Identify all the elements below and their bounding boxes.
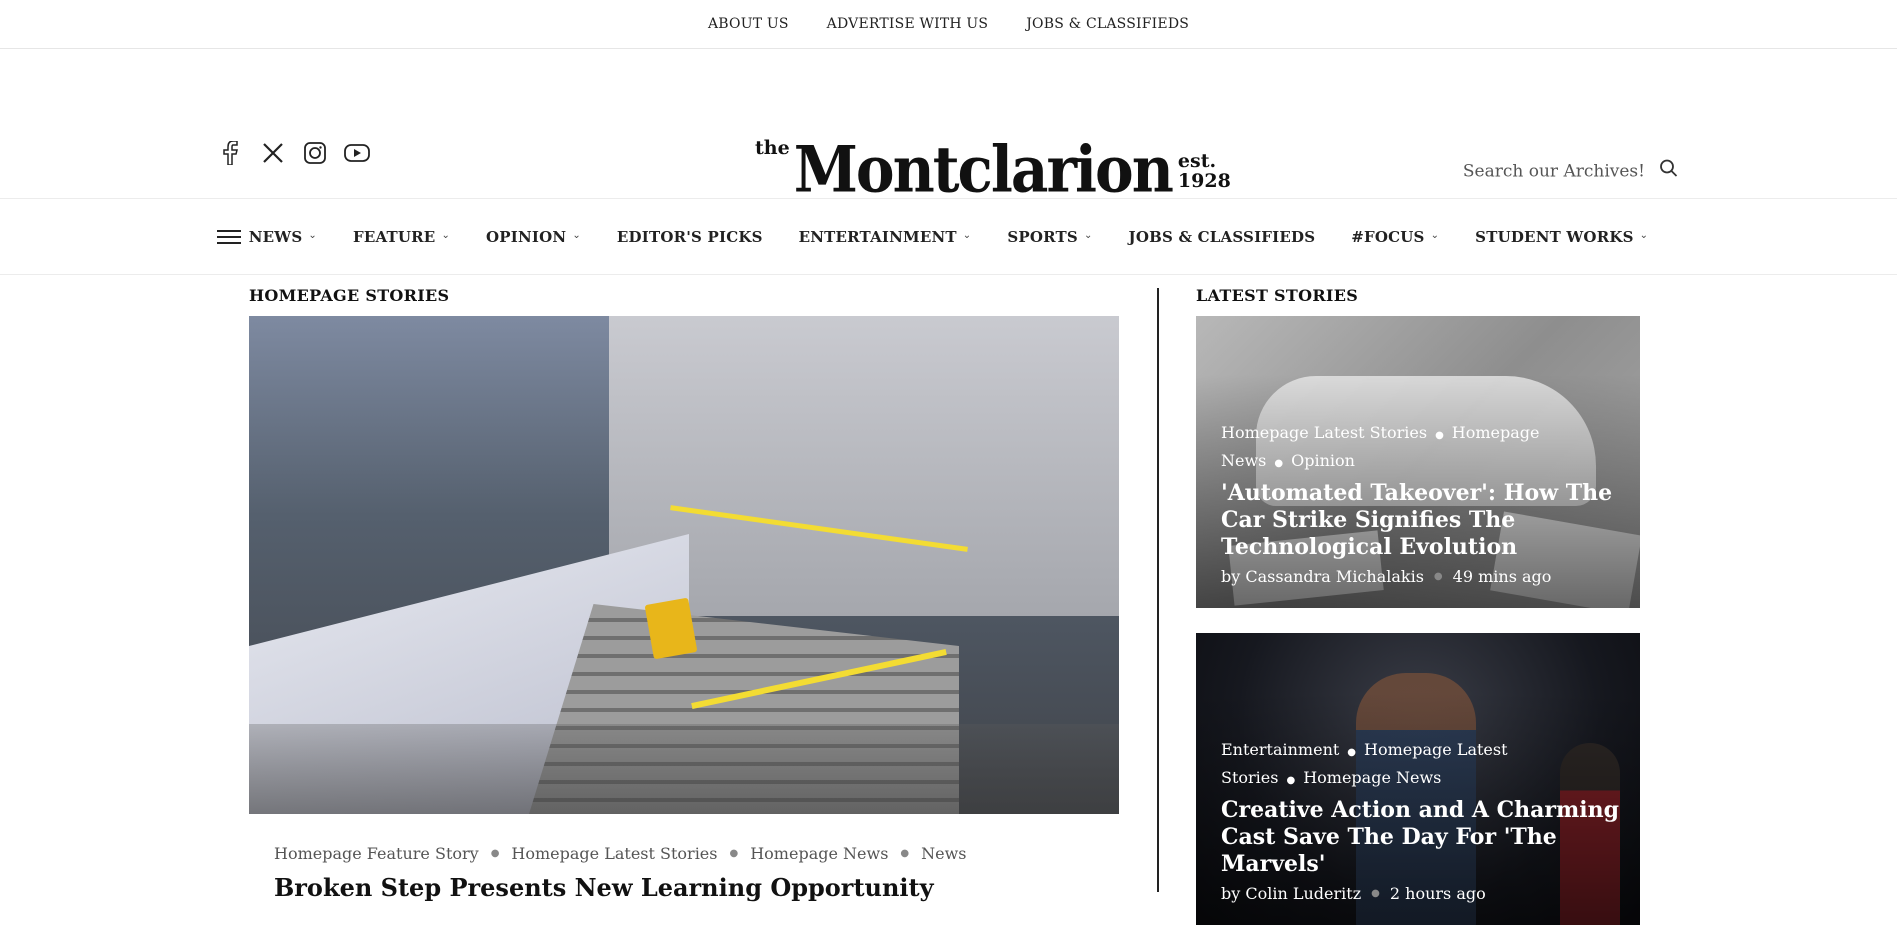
facebook-icon[interactable]	[218, 140, 244, 166]
separator-dot: ●	[1347, 747, 1357, 758]
homepage-stories-section: HOMEPAGE STORIES Homepage Feature Story …	[249, 286, 1119, 902]
nav-jobs-label: JOBS & CLASSIFIEDS	[1128, 227, 1316, 246]
story-card-body: Entertainment ● Homepage Latest Stories ● Ho…	[1221, 737, 1620, 903]
nav-editors-picks-label: EDITOR'S PICKS	[616, 227, 763, 246]
nav-sports[interactable]: SPORTS ⌄	[1007, 228, 1092, 246]
category-link[interactable]: Homepage Feature Story	[274, 844, 479, 863]
logo-est: est. 1928	[1178, 151, 1231, 191]
chevron-down-icon: ⌄	[1639, 230, 1649, 241]
search-input[interactable]: Search our Archives!	[1463, 161, 1645, 181]
story-time: 2 hours ago	[1389, 884, 1486, 903]
story-headline[interactable]: Creative Action and A Charming Cast Save…	[1221, 797, 1620, 878]
nav-opinion[interactable]: OPINION ⌄	[486, 228, 581, 246]
hero-image[interactable]	[249, 316, 1119, 814]
about-us-link[interactable]: ABOUT US	[708, 16, 789, 32]
chevron-down-icon: ⌄	[441, 230, 451, 241]
category-link[interactable]: Homepage News	[750, 844, 888, 863]
masthead: the Montclarion est. 1928 Search our Arc…	[0, 49, 1897, 207]
separator-dot: ●	[729, 848, 739, 859]
logo-name: Montclarion	[793, 132, 1174, 207]
nav-focus[interactable]: #FOCUS ⌄	[1351, 228, 1439, 246]
nav-feature[interactable]: FEATURE ⌄	[353, 228, 450, 246]
instagram-icon[interactable]	[302, 140, 328, 166]
category-link[interactable]: Opinion	[1291, 451, 1355, 470]
nav-focus-label: #FOCUS	[1351, 227, 1425, 246]
nav-sports-label: SPORTS	[1007, 227, 1078, 246]
latest-stories-section: LATEST STORIES Homepage Latest Stories ● H…	[1196, 286, 1640, 950]
story-card[interactable]: Entertainment ● Homepage Latest Stories ● Ho…	[1196, 633, 1640, 925]
category-link[interactable]: Entertainment	[1221, 740, 1339, 759]
advertise-link[interactable]: ADVERTISE WITH US	[827, 16, 989, 32]
search-box[interactable]: Search our Archives!	[1463, 159, 1679, 184]
story-meta: by Cassandra Michalakis ● 49 mins ago	[1221, 567, 1620, 586]
nav-opinion-label: OPINION	[486, 227, 567, 246]
nav-news-label: NEWS	[248, 227, 303, 246]
separator-dot: ●	[1371, 888, 1380, 899]
nav-editors-picks[interactable]: EDITOR'S PICKS	[617, 228, 763, 246]
youtube-icon[interactable]	[344, 140, 370, 166]
chevron-down-icon: ⌄	[308, 230, 317, 241]
top-utility-bar: ABOUT US ADVERTISE WITH US JOBS & CLASSI…	[0, 0, 1897, 49]
main-navigation: NEWS ⌄ FEATURE ⌄ OPINION ⌄ EDITOR'S PICKS E…	[0, 199, 1897, 275]
column-divider	[1157, 288, 1159, 892]
story-card[interactable]: Homepage Latest Stories ● Homepage News ● Op…	[1196, 316, 1640, 608]
nav-entertainment[interactable]: ENTERTAINMENT ⌄	[799, 228, 972, 246]
x-icon[interactable]	[260, 140, 286, 166]
story-author[interactable]: by Cassandra Michalakis	[1221, 567, 1424, 586]
section-title-latest: LATEST STORIES	[1196, 286, 1359, 305]
nav-student-works-label: STUDENT WORKS	[1475, 227, 1634, 246]
section-title-homepage: HOMEPAGE STORIES	[249, 286, 450, 305]
social-links	[218, 140, 370, 166]
story-author[interactable]: by Colin Luderitz	[1221, 884, 1361, 903]
separator-dot: ●	[1286, 775, 1296, 786]
chevron-down-icon: ⌄	[1083, 230, 1093, 241]
chevron-down-icon: ⌄	[1430, 230, 1440, 241]
story-time: 49 mins ago	[1452, 567, 1552, 586]
chevron-down-icon: ⌄	[572, 230, 581, 241]
logo-year: 1928	[1177, 170, 1231, 192]
hero-categories: Homepage Feature Story ● Homepage Latest…	[274, 844, 1119, 863]
nav-news[interactable]: NEWS ⌄	[249, 228, 317, 246]
logo-est-label: est.	[1177, 150, 1217, 172]
hero-headline[interactable]: Broken Step Presents New Learning Opport…	[274, 873, 1119, 902]
separator-dot: ●	[900, 848, 910, 859]
category-link[interactable]: Homepage Latest Stories	[1221, 423, 1427, 442]
story-meta: by Colin Luderitz ● 2 hours ago	[1221, 884, 1620, 903]
logo-the: the	[755, 137, 790, 159]
story-headline[interactable]: 'Automated Takeover': How The Car Strike…	[1221, 480, 1620, 561]
story-categories: Entertainment ● Homepage Latest Stories ● Ho…	[1221, 737, 1620, 793]
category-link[interactable]: Homepage News	[1303, 768, 1441, 787]
nav-feature-label: FEATURE	[352, 227, 436, 246]
jobs-classifieds-top-link[interactable]: JOBS & CLASSIFIEDS	[1026, 16, 1189, 32]
chevron-down-icon: ⌄	[962, 230, 972, 241]
search-icon[interactable]	[1659, 159, 1679, 184]
nav-jobs-classifieds[interactable]: JOBS & CLASSIFIEDS	[1129, 228, 1316, 246]
separator-dot: ●	[490, 848, 500, 859]
separator-dot: ●	[1274, 458, 1284, 469]
category-link[interactable]: Homepage Latest Stories	[511, 844, 717, 863]
separator-dot: ●	[1435, 430, 1444, 441]
story-card-body: Homepage Latest Stories ● Homepage News ● Op…	[1221, 420, 1620, 586]
story-categories: Homepage Latest Stories ● Homepage News ● Op…	[1221, 420, 1620, 476]
separator-dot: ●	[1433, 571, 1443, 582]
category-link[interactable]: News	[921, 844, 966, 863]
hamburger-menu-icon[interactable]	[217, 226, 241, 248]
nav-entertainment-label: ENTERTAINMENT	[798, 227, 957, 246]
nav-student-works[interactable]: STUDENT WORKS ⌄	[1475, 228, 1648, 246]
